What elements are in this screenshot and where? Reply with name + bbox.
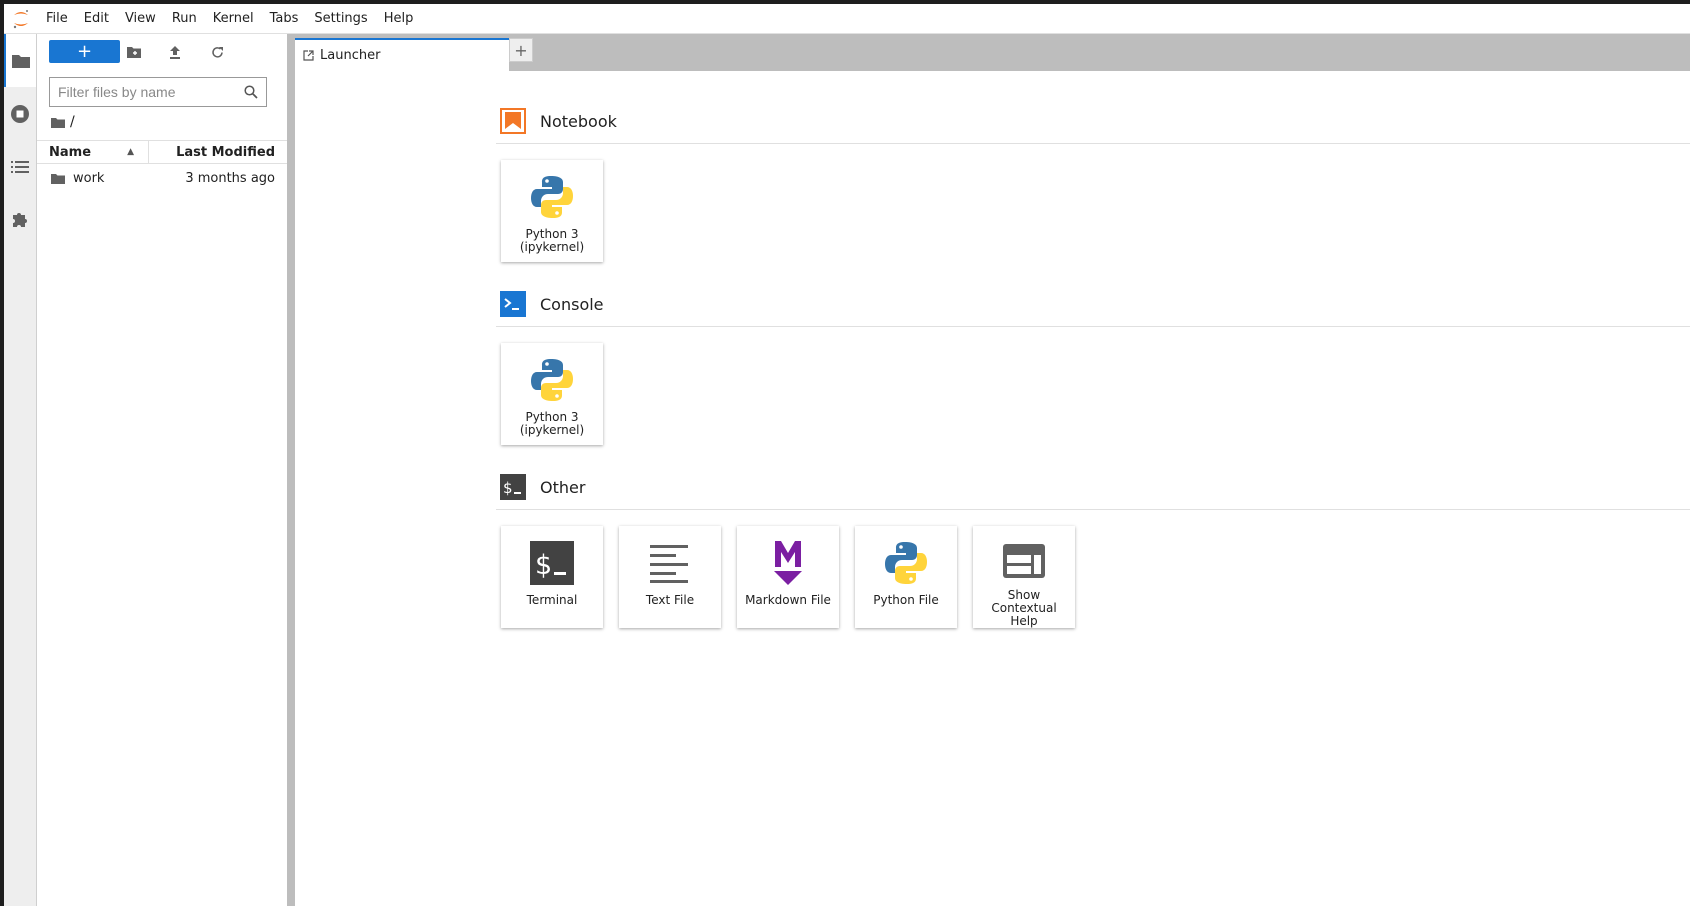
tab-bar: Launcher + [295, 34, 1690, 71]
file-list-header: Name ▲ Last Modified [37, 140, 287, 164]
name-column-header[interactable]: Name ▲ [37, 141, 149, 163]
section-title: Notebook [540, 111, 617, 131]
running-sessions-tab[interactable] [4, 87, 36, 140]
menu-settings[interactable]: Settings [306, 11, 375, 26]
launcher-card-text-file[interactable]: Text File [619, 526, 721, 628]
launcher-card-python-file[interactable]: Python File [855, 526, 957, 628]
jupyterlab-app: File Edit View Run Kernel Tabs Settings … [4, 4, 1690, 906]
notebook-icon [500, 108, 526, 134]
launcher-card-terminal[interactable]: $ Terminal [501, 526, 603, 628]
file-name: work [73, 170, 105, 186]
last-modified-column-header[interactable]: Last Modified [149, 145, 287, 160]
launcher-card-python-notebook[interactable]: Python 3 (ipykernel) [501, 160, 603, 262]
launcher-icon [303, 50, 314, 61]
refresh-button[interactable] [207, 42, 227, 62]
search-icon [244, 85, 258, 99]
file-browser-panel: + / Name▲ Last Modified work 3 months ag… [37, 34, 287, 906]
extension-manager-tab[interactable] [4, 193, 36, 246]
python-icon [530, 349, 574, 411]
section-title: Console [540, 294, 604, 314]
upload-icon [170, 45, 180, 59]
svg-text:$: $ [503, 479, 513, 497]
folder-icon [12, 55, 30, 68]
tab-label: Launcher [320, 48, 381, 63]
console-section: Console Python 3 (ipykernel) [496, 290, 1690, 445]
contextual-help-icon [1002, 532, 1046, 589]
folder-icon[interactable] [51, 117, 65, 128]
menu-run[interactable]: Run [164, 11, 205, 26]
main-area: Launcher + Notebook Python 3 (ipykernel)… [295, 34, 1690, 906]
puzzle-icon [13, 212, 27, 227]
menu-bar: File Edit View Run Kernel Tabs Settings … [4, 4, 1690, 34]
refresh-icon [211, 46, 223, 58]
terminal-icon: $ [500, 474, 526, 500]
section-title: Other [540, 477, 586, 497]
menu-view[interactable]: View [117, 11, 164, 26]
filter-files-input[interactable] [58, 84, 244, 100]
menu-help[interactable]: Help [376, 11, 422, 26]
panel-splitter[interactable] [287, 34, 295, 906]
text-file-icon [650, 532, 690, 594]
sort-ascending-icon: ▲ [127, 147, 134, 157]
svg-text:$: $ [535, 550, 552, 581]
python-icon [884, 532, 928, 594]
new-launcher-button[interactable]: + [49, 40, 120, 63]
jupyter-logo-icon [4, 9, 38, 29]
terminal-icon: $ [530, 532, 574, 594]
add-tab-button[interactable]: + [509, 38, 533, 62]
new-folder-icon [127, 47, 141, 58]
breadcrumb: / [51, 114, 75, 130]
stop-circle-icon [11, 104, 29, 123]
folder-icon [51, 173, 65, 184]
tab-launcher[interactable]: Launcher [295, 38, 509, 71]
menu-edit[interactable]: Edit [76, 11, 117, 26]
markdown-icon [773, 532, 803, 594]
other-section: $ Other $ Terminal Text File Markdown File… [496, 473, 1690, 628]
launcher-card-python-console[interactable]: Python 3 (ipykernel) [501, 343, 603, 445]
menu-kernel[interactable]: Kernel [205, 11, 262, 26]
table-of-contents-tab[interactable] [4, 140, 36, 193]
notebook-section: Notebook Python 3 (ipykernel) [496, 107, 1690, 262]
file-filter [49, 77, 267, 107]
file-browser-tab[interactable] [4, 34, 36, 87]
left-sidebar-tabs [4, 34, 37, 906]
launcher-card-markdown-file[interactable]: Markdown File [737, 526, 839, 628]
menu-tabs[interactable]: Tabs [262, 11, 307, 26]
upload-button[interactable] [165, 42, 185, 62]
file-modified: 3 months ago [185, 170, 275, 186]
launcher-card-contextual-help[interactable]: Show Contextual Help [973, 526, 1075, 628]
console-icon [500, 291, 526, 317]
new-folder-button[interactable] [124, 42, 144, 62]
list-icon [11, 160, 29, 173]
file-row[interactable]: work 3 months ago [37, 166, 287, 190]
breadcrumb-root[interactable]: / [70, 114, 75, 130]
python-icon [530, 166, 574, 228]
menu-file[interactable]: File [38, 11, 76, 26]
